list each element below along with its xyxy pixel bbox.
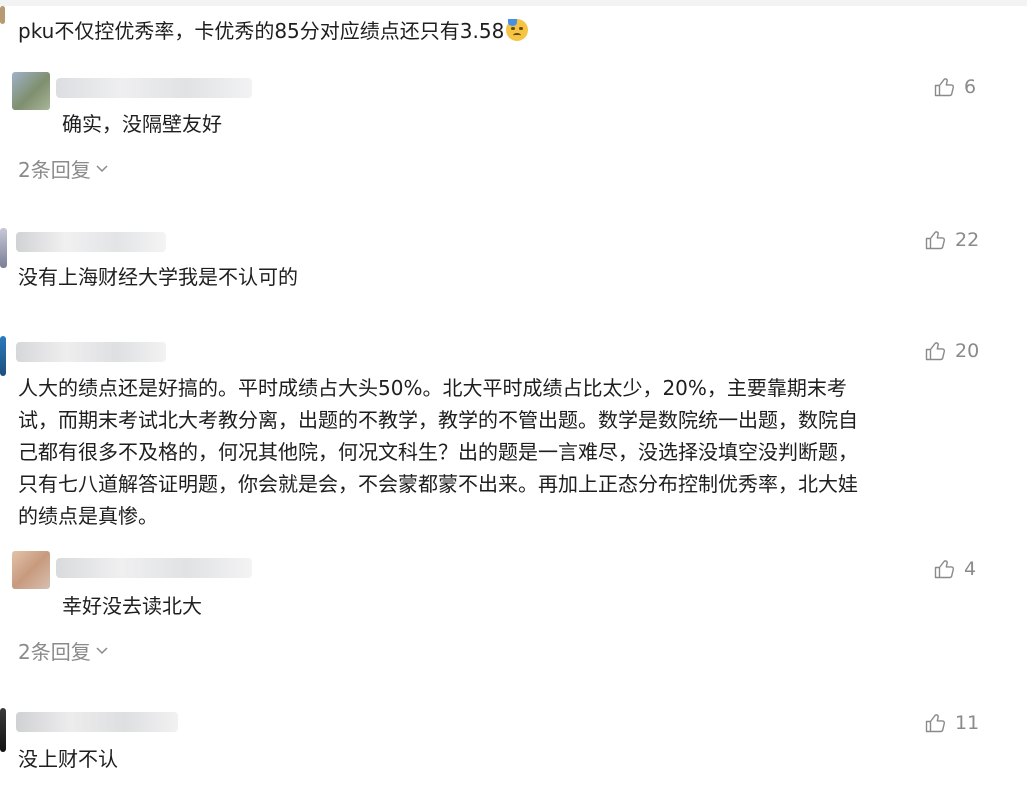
like-button[interactable]: 4 (934, 558, 976, 580)
comment-text: 人大的绩点还是好搞的。平时成绩占大头50%。北大平时成绩占比太少，20%，主要靠… (18, 372, 1018, 532)
replies-label: 2条回复 (18, 158, 91, 182)
username[interactable] (16, 232, 166, 252)
comment-text: 确实，没隔壁友好 (62, 112, 222, 136)
sweat-face-emoji-icon (506, 19, 529, 41)
avatar[interactable] (0, 708, 6, 752)
thumbs-up-icon (925, 342, 946, 361)
expand-replies-button[interactable]: 2条回复 (18, 154, 109, 183)
comment-line: 人大的绩点还是好搞的。平时成绩占大头50%。北大平时成绩占比太少，20%，主要靠… (18, 376, 847, 400)
avatar[interactable] (0, 336, 6, 376)
thumbs-up-icon (925, 714, 946, 733)
username[interactable] (56, 78, 252, 98)
like-count: 22 (955, 229, 980, 251)
comment-line: 只有七八道解答证明题，你会就是会，不会蒙都蒙不出来。再加上正态分布控制优秀率，北… (18, 472, 858, 496)
like-count: 6 (964, 76, 977, 98)
comment-text: 没有上海财经大学我是不认可的 (18, 265, 298, 289)
chevron-down-icon (96, 646, 108, 654)
avatar[interactable] (0, 6, 5, 24)
username[interactable] (16, 712, 178, 732)
like-button[interactable]: 6 (934, 76, 976, 98)
username[interactable] (16, 342, 166, 362)
avatar[interactable] (12, 551, 50, 589)
comment-text: 没上财不认 (18, 747, 118, 771)
chevron-down-icon (96, 164, 108, 172)
replies-label: 2条回复 (18, 640, 91, 664)
comment-text: 幸好没去读北大 (62, 594, 202, 618)
like-button[interactable]: 20 (925, 340, 979, 362)
avatar[interactable] (12, 72, 50, 110)
avatar[interactable] (0, 228, 7, 268)
thumbs-up-icon (925, 231, 946, 250)
top-divider (0, 0, 1027, 6)
like-button[interactable]: 22 (925, 229, 979, 251)
comment-line: 己都有很多不及格的，何况其他院，何况文科生？出的题是一言难尽，没选择没填空没判断… (18, 440, 858, 464)
like-button[interactable]: 11 (925, 712, 979, 734)
username[interactable] (56, 558, 252, 578)
expand-replies-button[interactable]: 2条回复 (18, 636, 109, 665)
like-count: 4 (964, 558, 977, 580)
like-count: 11 (955, 712, 980, 734)
comment-line: 试，而期末考试北大考教分离，出题的不教学，教学的不管出题。数学是数院统一出题，数… (18, 408, 858, 432)
thumbs-up-icon (934, 560, 955, 579)
thumbs-up-icon (934, 78, 955, 97)
comment-line: 的绩点是真惨。 (18, 504, 158, 528)
like-count: 20 (955, 340, 980, 362)
comment-text: pku不仅控优秀率，卡优秀的85分对应绩点还只有3.58 (18, 15, 529, 47)
